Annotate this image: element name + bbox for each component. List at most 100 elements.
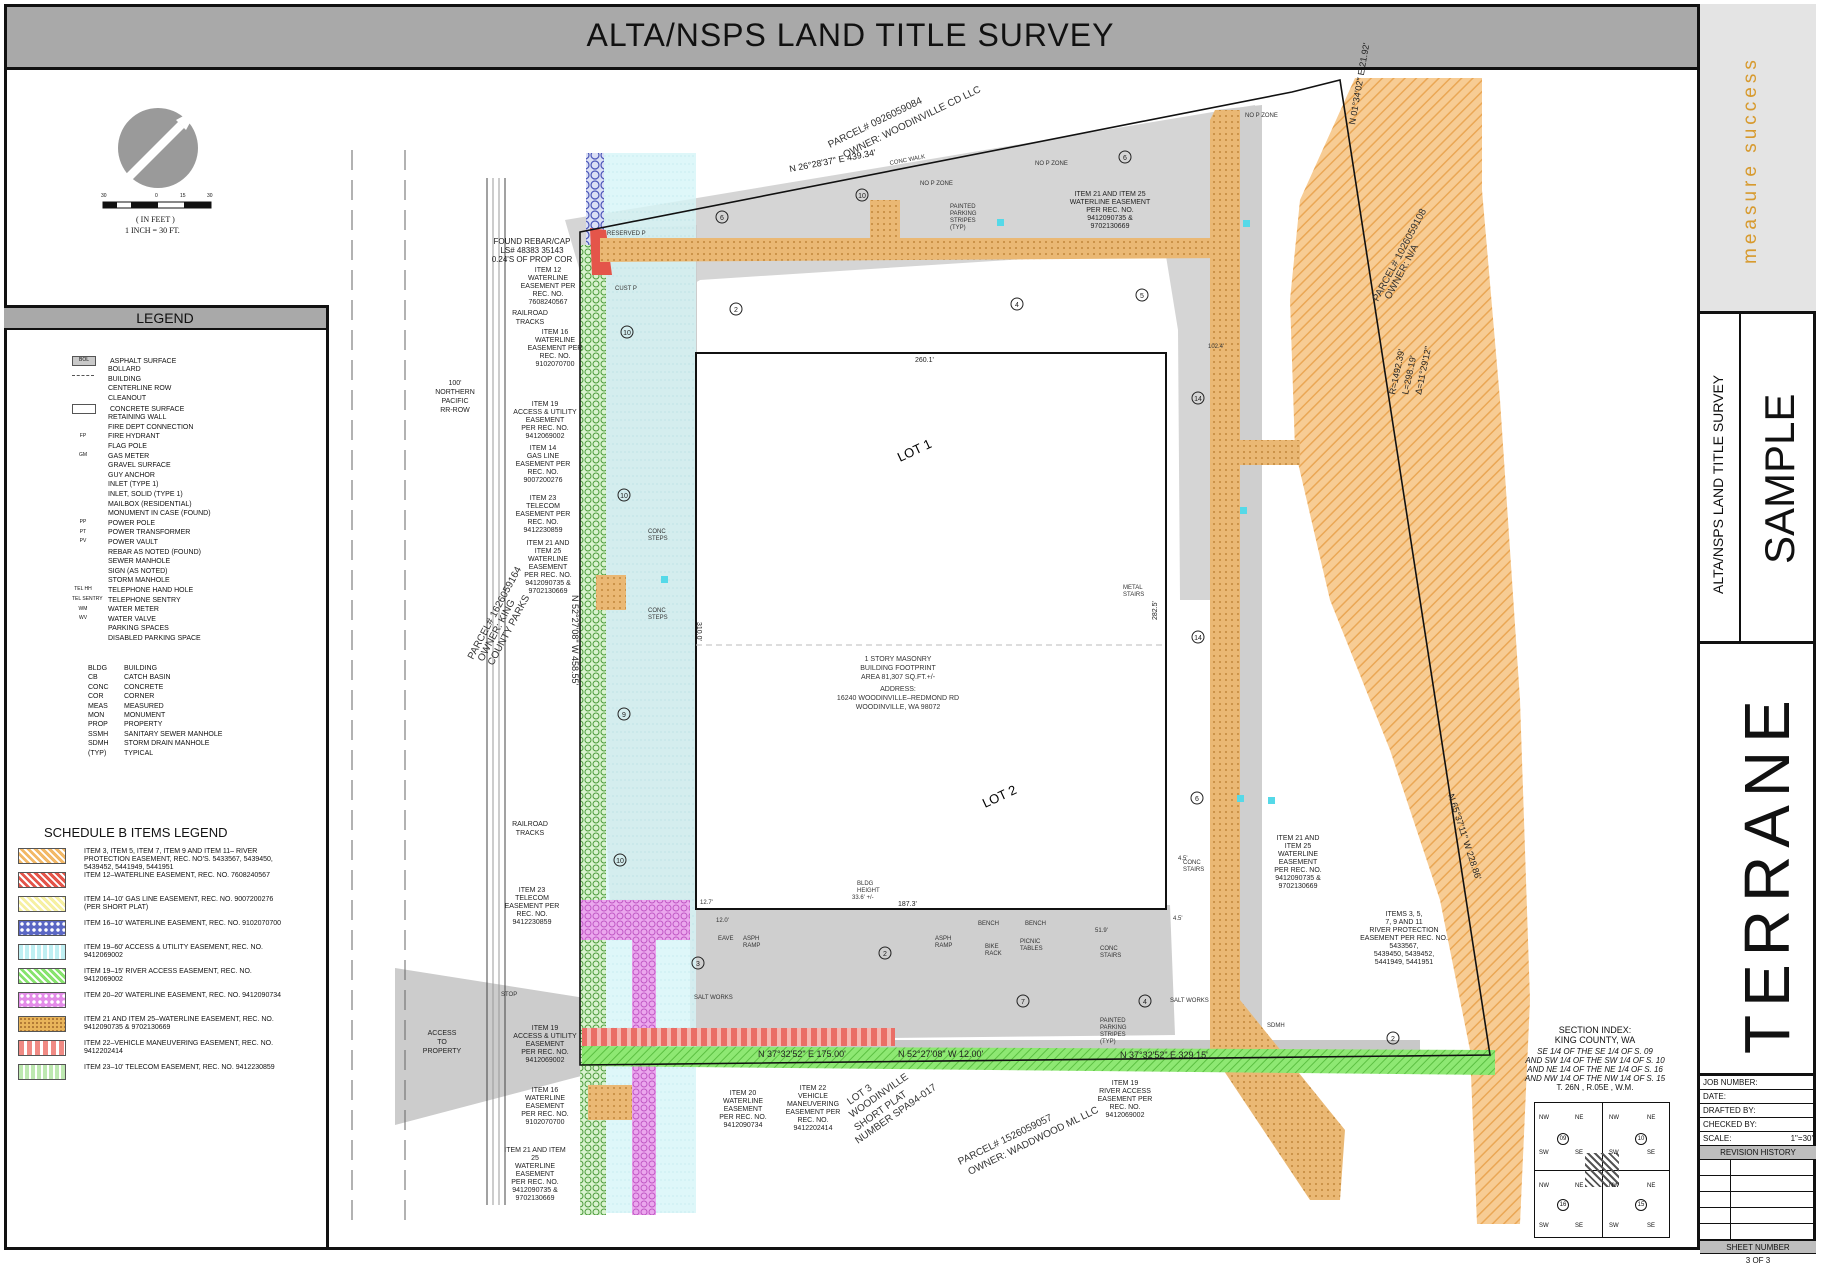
item21-waterline-mid <box>596 575 626 610</box>
north-arrow <box>118 108 198 188</box>
svg-text:REC. NO.: REC. NO. <box>516 911 547 918</box>
legend-item: FIRE DEPT CONNECTION <box>72 423 193 431</box>
svg-text:9412090735 &: 9412090735 & <box>525 580 571 587</box>
svg-text:5: 5 <box>1140 293 1144 300</box>
schedule-b-item: ITEM 16–10' WATERLINE EASEMENT, REC. NO.… <box>18 920 284 936</box>
legend-label: TELEPHONE HAND HOLE <box>108 586 194 594</box>
svg-text:9702130669: 9702130669 <box>516 1195 555 1202</box>
legend-symbol-icon <box>72 548 94 556</box>
dim-45b: 4.5' <box>1173 916 1183 922</box>
svg-text:EASEMENT: EASEMENT <box>724 1106 763 1113</box>
svg-text:ITEM 19: ITEM 19 <box>1112 1080 1139 1087</box>
scale-tick-3: 30 <box>207 193 213 199</box>
railroad-label: RAILROAD <box>512 310 548 317</box>
section-index-title: SECTION INDEX: <box>1558 1025 1632 1035</box>
svg-text:ITEMS 3, 5,: ITEMS 3, 5, <box>1386 911 1423 918</box>
legend-symbol-icon: PV <box>79 538 87 545</box>
svg-text:6: 6 <box>720 215 724 222</box>
abbreviation-row: CB CATCH BASIN <box>88 674 171 682</box>
svg-text:REC. NO.: REC. NO. <box>532 291 563 298</box>
dim-519: 51.9' <box>1095 928 1108 934</box>
schedule-b-text: ITEM 3, ITEM 5, ITEM 7, ITEM 9 AND ITEM … <box>84 848 273 871</box>
legend-item: STORM MANHOLE <box>72 577 170 585</box>
svg-text:EASEMENT: EASEMENT <box>526 1041 565 1048</box>
schedule-b-item: ITEM 22–VEHICLE MANEUVERING EASEMENT, RE… <box>18 1040 284 1056</box>
legend-item: SIGN (AS NOTED) <box>72 567 168 575</box>
svg-text:WATERLINE: WATERLINE <box>535 337 575 344</box>
railroad-label-2: RAILROAD <box>512 821 548 828</box>
abbreviation-row: BLDG BUILDING <box>88 665 158 672</box>
legend-symbol-icon: WV <box>78 615 88 622</box>
svg-text:ITEM 21 AND ITEM 25: ITEM 21 AND ITEM 25 <box>1074 191 1145 198</box>
svg-text:EASEMENT PER: EASEMENT PER <box>505 903 560 910</box>
schedule-b-swatch <box>18 872 66 888</box>
legend-label: DISABLED PARKING SPACE <box>108 634 201 642</box>
svg-text:EASEMENT PER REC. NO.: EASEMENT PER REC. NO. <box>1360 935 1448 942</box>
svg-text:TELECOM: TELECOM <box>515 895 549 902</box>
building-footprint <box>695 352 1167 910</box>
svg-text:PER REC. NO.: PER REC. NO. <box>511 1179 559 1186</box>
svg-text:10: 10 <box>616 858 624 865</box>
svg-text:9412230859: 9412230859 <box>513 919 552 926</box>
dim-102: 102.4' <box>1208 344 1224 350</box>
legend-label: BOLLARD <box>108 366 141 374</box>
svg-text:ITEM 22: ITEM 22 <box>800 1085 827 1092</box>
svg-text:9412230859: 9412230859 <box>524 527 563 534</box>
svg-text:9412202414: 9412202414 <box>794 1125 833 1132</box>
svg-text:PER REC. NO.: PER REC. NO. <box>521 1049 569 1056</box>
legend-label: POWER TRANSFORMER <box>108 529 191 537</box>
svg-text:ITEM 19: ITEM 19 <box>532 1025 559 1032</box>
dim-north: 260.1' <box>915 357 934 364</box>
salt-works-1: SALT WORKS <box>694 995 733 1001</box>
item21-waterline-stub <box>1240 440 1300 465</box>
svg-text:STRIPES: STRIPES <box>950 218 976 224</box>
legend-item: BOL ASPHALT SURFACE <box>72 356 176 366</box>
legend-symbol-icon: TEL SENTRY <box>72 596 103 602</box>
legend-item: GM GAS METER <box>72 452 149 460</box>
svg-text:REC. NO.: REC. NO. <box>527 469 558 476</box>
svg-text:ADDRESS:: ADDRESS: <box>880 686 916 693</box>
svg-text:4: 4 <box>1015 302 1019 309</box>
svg-text:ITEM 25: ITEM 25 <box>535 548 562 555</box>
legend-item: TEL HH TELEPHONE HAND HOLE <box>72 586 193 594</box>
eave-label: EAVE <box>718 936 734 942</box>
svg-text:7: 7 <box>1021 999 1025 1006</box>
svg-text:ITEM 16: ITEM 16 <box>532 1087 559 1094</box>
svg-text:ITEM 21 AND ITEM: ITEM 21 AND ITEM <box>504 1147 566 1154</box>
section-10: 10 <box>1635 1133 1647 1145</box>
svg-text:14: 14 <box>1194 635 1202 642</box>
legend-symbol-icon: FP <box>79 432 87 439</box>
section-16: 16 <box>1557 1199 1569 1211</box>
legend-label: INLET, SOLID (TYPE 1) <box>108 490 183 498</box>
svg-text:STAIRS: STAIRS <box>1123 592 1144 598</box>
scale-tick-1: 0 <box>155 193 158 199</box>
svg-text:EASEMENT PER: EASEMENT PER <box>528 345 583 352</box>
item22-vehicle-easement <box>582 1028 895 1046</box>
svg-text:9412069002: 9412069002 <box>526 433 565 440</box>
schedule-b-item: ITEM 23–10' TELECOM EASEMENT, REC. NO. 9… <box>18 1064 284 1080</box>
legend-label: FIRE DEPT CONNECTION <box>108 423 194 431</box>
svg-text:WATERLINE: WATERLINE <box>1278 851 1318 858</box>
schedule-b-item: ITEM 3, ITEM 5, ITEM 7, ITEM 9 AND ITEM … <box>18 848 284 872</box>
svg-text:1 STORY MASONRY: 1 STORY MASONRY <box>865 656 932 663</box>
svg-text:WATERLINE: WATERLINE <box>723 1098 763 1105</box>
legend-symbol-icon <box>72 577 94 585</box>
legend-symbol-icon <box>72 481 94 489</box>
legend-symbol-icon <box>72 634 94 642</box>
abbreviation-row: MON MONUMENT <box>88 712 166 719</box>
legend-item: REBAR AS NOTED (FOUND) <box>72 548 201 556</box>
schedule-b-text: ITEM 19–15' RIVER ACCESS EASEMENT, REC. … <box>84 968 252 983</box>
schedule-b-text: ITEM 21 AND ITEM 25–WATERLINE EASEMENT, … <box>84 1016 274 1031</box>
section-grid: 09 10 16 15 NW NE SW SE NW NE SW SE NW N… <box>1534 1102 1670 1238</box>
svg-text:2: 2 <box>734 307 738 314</box>
svg-text:9412090735 &: 9412090735 & <box>512 1187 558 1194</box>
item19-river-access <box>580 245 606 1215</box>
tagline: measure success <box>1740 56 1761 264</box>
svg-text:EASEMENT PER: EASEMENT PER <box>1098 1096 1153 1103</box>
svg-text:PER REC. NO.: PER REC. NO. <box>719 1114 767 1121</box>
svg-text:WATERLINE: WATERLINE <box>525 1095 565 1102</box>
svg-text:4: 4 <box>1143 999 1147 1006</box>
svg-text:RACK: RACK <box>985 951 1002 957</box>
svg-text:9412090735 &: 9412090735 & <box>1275 875 1321 882</box>
job-number-row: JOB NUMBER: <box>1700 1076 1816 1090</box>
